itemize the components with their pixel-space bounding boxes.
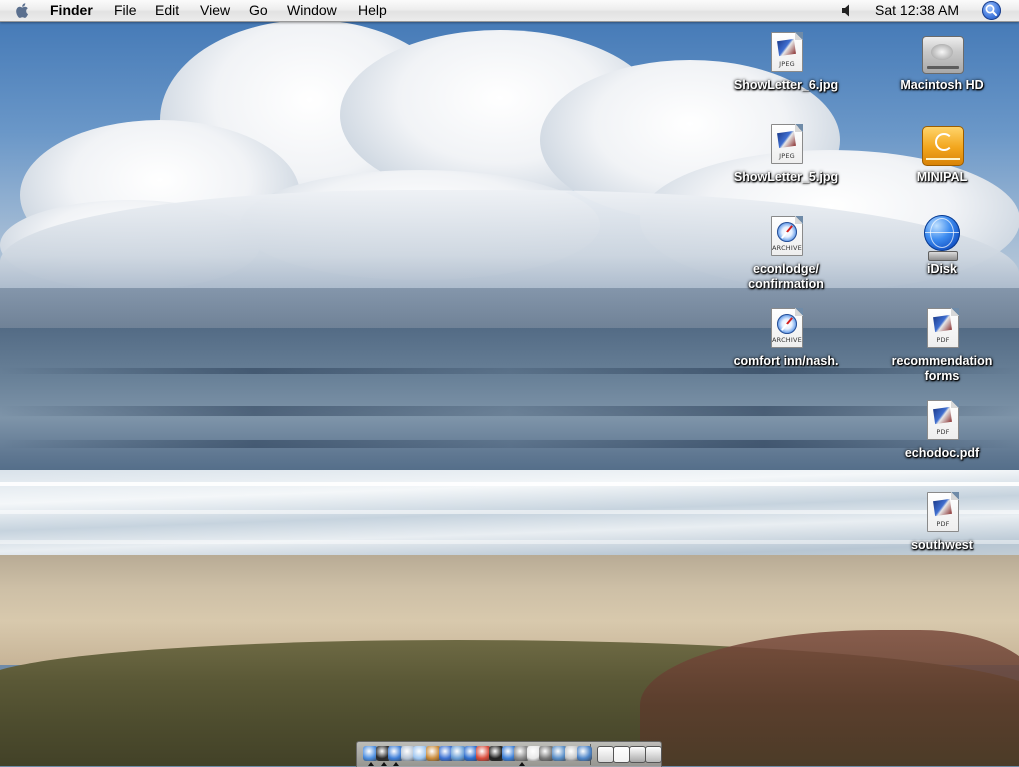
- file-type-tag: ARCHIVE: [772, 244, 802, 252]
- file-type-tag: PDF: [936, 336, 950, 344]
- file-type-tag: PDF: [936, 520, 950, 528]
- file-type-tag: ARCHIVE: [772, 336, 802, 344]
- file-type-tag: JPEG: [779, 60, 795, 68]
- pdf-document-icon: PDF: [922, 398, 962, 444]
- wallpaper-sea: [0, 328, 1019, 478]
- menu-help[interactable]: Help: [358, 0, 387, 21]
- wallpaper-swell: [0, 368, 1019, 374]
- icon-label: econlodge/ confirmation: [748, 262, 824, 291]
- icon-label: ShowLetter_5.jpg: [733, 170, 839, 184]
- menu-clock[interactable]: Sat 12:38 AM: [875, 0, 959, 21]
- running-indicator: [519, 762, 526, 766]
- running-indicator: [393, 762, 400, 766]
- running-indicator: [368, 762, 374, 766]
- desktop-icon-southwest[interactable]: PDF southwest: [882, 490, 1002, 553]
- jpeg-document-icon: JPEG: [766, 122, 806, 168]
- spotlight-icon[interactable]: [982, 1, 1001, 20]
- minimized-window-icon[interactable]: [613, 746, 630, 763]
- pdf-document-icon: PDF: [922, 306, 962, 352]
- icon-label: echodoc.pdf: [904, 446, 980, 460]
- icon-label: southwest: [911, 538, 973, 552]
- menu-finder[interactable]: Finder: [50, 0, 93, 21]
- jpeg-document-icon: JPEG: [766, 30, 806, 76]
- menu-view[interactable]: View: [200, 0, 230, 21]
- downloads-stack-icon[interactable]: [597, 746, 614, 763]
- magnifier-icon: [985, 4, 997, 16]
- wallpaper-horizon: [0, 288, 1019, 330]
- file-type-tag: PDF: [936, 428, 950, 436]
- web-archive-icon: ARCHIVE: [766, 306, 806, 352]
- icon-label: comfort inn/nash.: [733, 354, 839, 368]
- icon-label: Macintosh HD: [900, 78, 984, 92]
- volume-icon[interactable]: [840, 3, 854, 18]
- wallpaper-surf-line: [0, 510, 1019, 514]
- desktop-icon-echodoc[interactable]: PDF echodoc.pdf: [882, 398, 1002, 461]
- desktop-icon-recommendation-forms[interactable]: PDF recommendation forms: [882, 306, 1002, 384]
- menu-bar: Finder File Edit View Go Window Help Sat…: [0, 0, 1019, 22]
- wallpaper-swell: [0, 440, 1019, 448]
- desktop-icon-econlodge-confirmation[interactable]: ARCHIVE econlodge/ confirmation: [726, 214, 846, 292]
- icon-label: recommendation forms: [891, 354, 993, 383]
- idisk-globe-icon: [922, 214, 962, 261]
- menu-window[interactable]: Window: [287, 0, 337, 21]
- documents-icon[interactable]: [629, 746, 646, 763]
- icon-label: iDisk: [927, 262, 957, 276]
- file-type-tag: JPEG: [779, 152, 795, 160]
- utilities-icon[interactable]: [577, 746, 593, 761]
- apple-menu-icon[interactable]: [15, 2, 31, 19]
- desktop-icon-comfort-inn[interactable]: ARCHIVE comfort inn/nash.: [726, 306, 846, 369]
- desktop-icon-showletter-5[interactable]: JPEG ShowLetter_5.jpg: [726, 122, 846, 185]
- hard-drive-icon: [922, 30, 964, 76]
- wallpaper-surf-line: [0, 482, 1019, 486]
- menu-go[interactable]: Go: [249, 0, 268, 21]
- desktop-icon-idisk[interactable]: iDisk: [882, 214, 1002, 277]
- menu-edit[interactable]: Edit: [155, 0, 179, 21]
- running-indicator: [380, 762, 387, 766]
- external-drive-icon: [922, 122, 964, 168]
- dock: [356, 741, 662, 767]
- wallpaper-swell: [0, 406, 1019, 416]
- trash-icon[interactable]: [645, 746, 662, 763]
- wallpaper-surf-line: [0, 540, 1019, 544]
- desktop-icon-macintosh-hd[interactable]: Macintosh HD: [882, 30, 1002, 93]
- web-archive-icon: ARCHIVE: [766, 214, 806, 260]
- icon-label: ShowLetter_6.jpg: [733, 78, 839, 92]
- icon-label: MINIPAL: [916, 170, 968, 184]
- desktop-icon-showletter-6[interactable]: JPEG ShowLetter_6.jpg: [726, 30, 846, 93]
- desktop-icon-minipal[interactable]: MINIPAL: [882, 122, 1002, 185]
- pdf-document-icon: PDF: [922, 490, 962, 536]
- menu-file[interactable]: File: [114, 0, 137, 21]
- desktop-wallpaper: [0, 0, 1019, 766]
